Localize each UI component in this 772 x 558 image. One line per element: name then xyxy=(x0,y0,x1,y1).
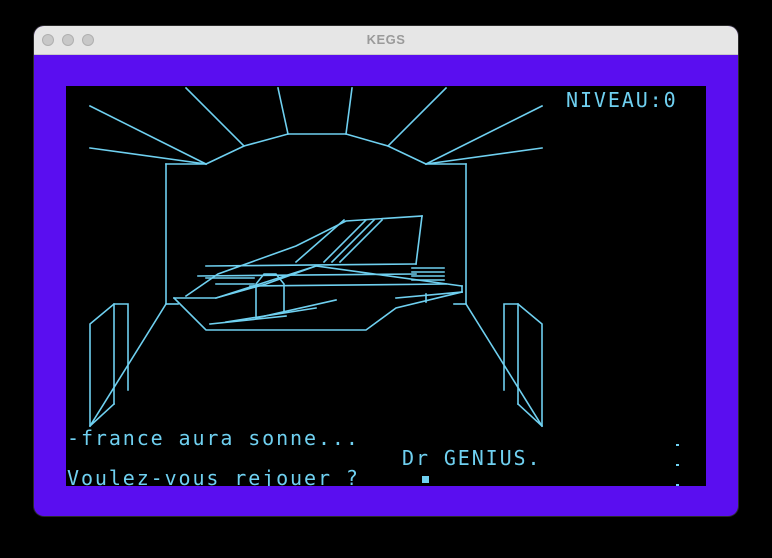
text-cursor xyxy=(422,476,429,483)
window-title: KEGS xyxy=(366,32,406,47)
title-bar[interactable]: KEGS xyxy=(34,26,738,55)
message-line-2: Dr GENIUS. xyxy=(402,446,542,470)
screen-dot-3 xyxy=(676,484,679,486)
screen-dot-1 xyxy=(676,444,679,446)
message-line-1: -france aura sonne... xyxy=(67,426,360,450)
apple-ii-screen[interactable]: NIVEAU:0 -france aura sonne... Dr GENIUS… xyxy=(66,86,706,486)
screen-dot-2 xyxy=(676,464,679,466)
level-indicator: NIVEAU:0 xyxy=(566,88,678,112)
emulator-window: KEGS NIVEAU:0 -france aura sonne... Dr G… xyxy=(34,26,738,516)
replay-prompt: Voulez-vous rejouer ? xyxy=(67,466,374,486)
